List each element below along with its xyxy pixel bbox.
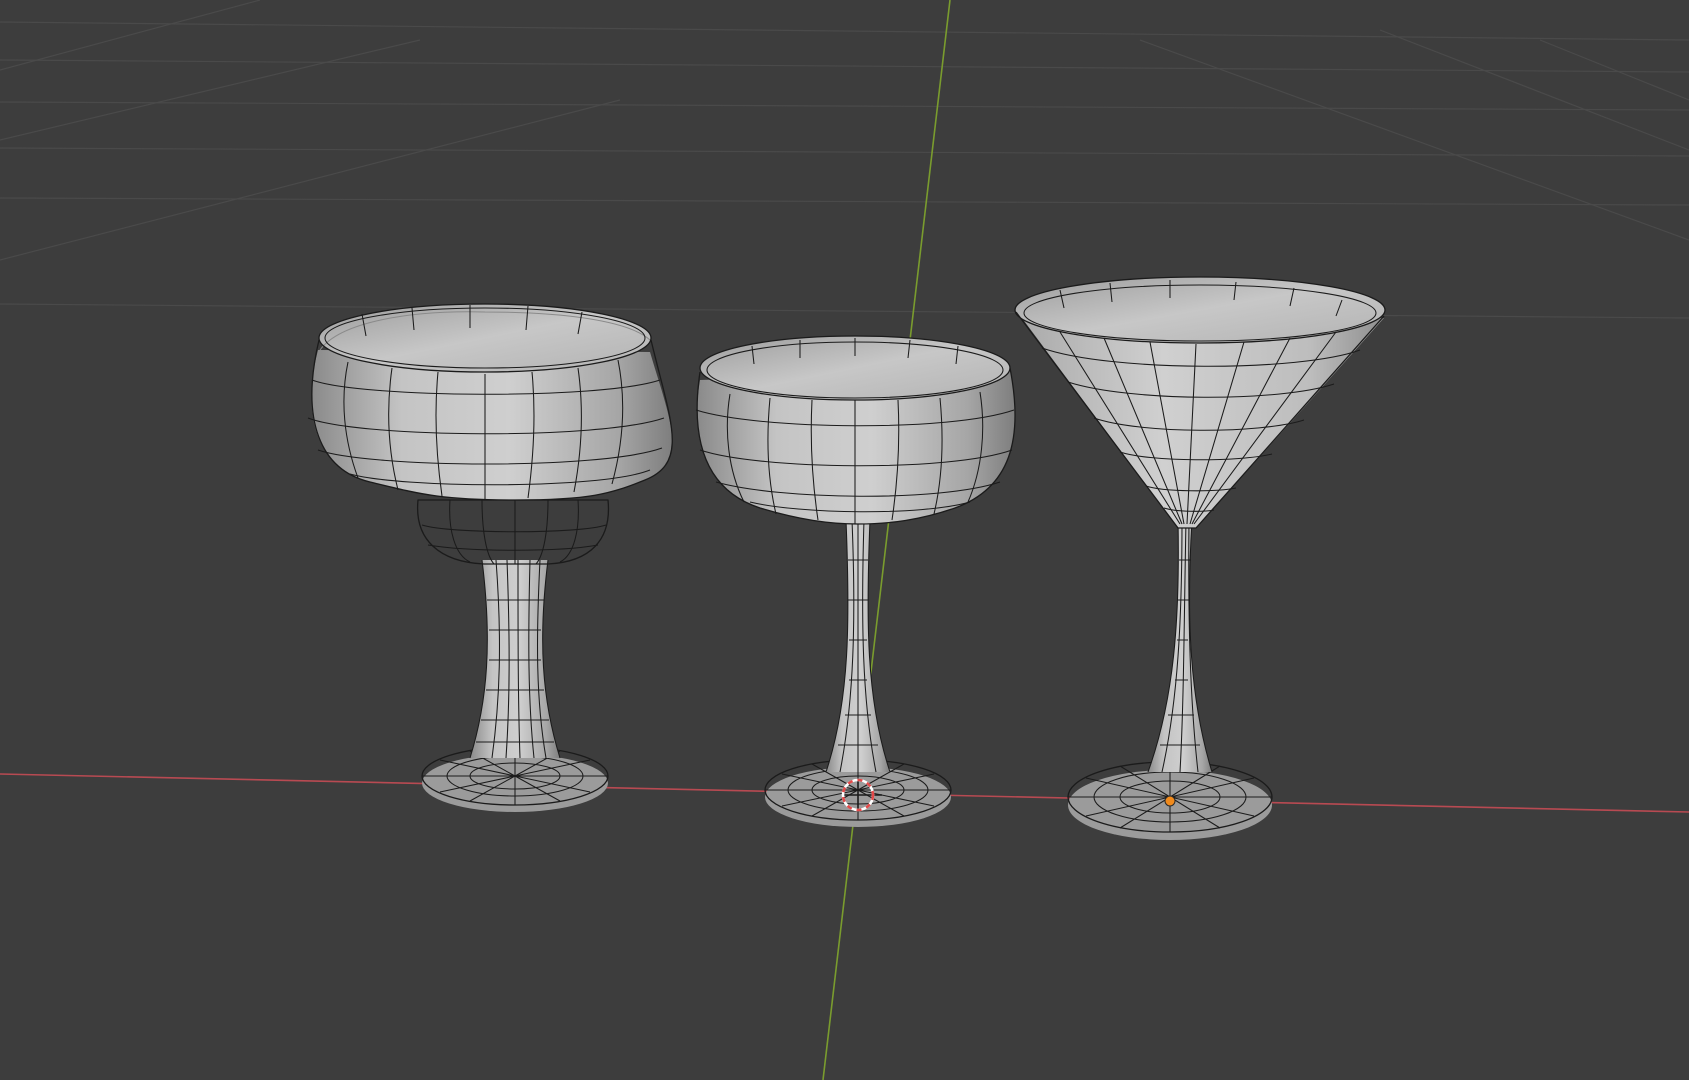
- 3d-viewport[interactable]: [0, 0, 1689, 1080]
- viewport-canvas[interactable]: [0, 0, 1689, 1080]
- viewport-background: [0, 0, 1689, 1080]
- object-origin-dot: [1164, 795, 1176, 807]
